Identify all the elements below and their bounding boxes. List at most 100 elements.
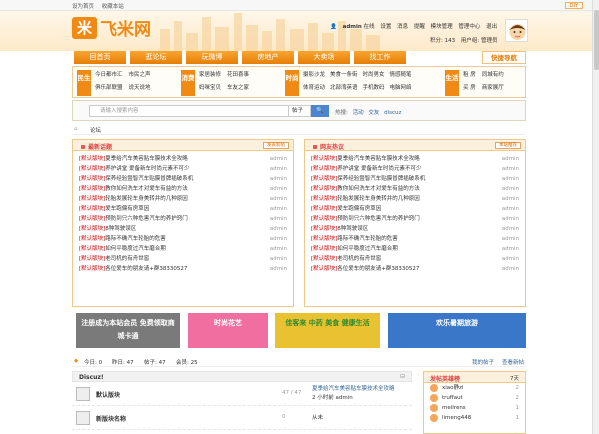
thread-title[interactable]: 夏季给汽车美容贴车膜技术全攻略 xyxy=(105,156,188,162)
forum-name[interactable]: 新版块名称 xyxy=(96,414,126,423)
search-type-select[interactable]: 帖子 xyxy=(289,105,311,117)
thread-forum-tag[interactable]: [默认版块] xyxy=(79,206,105,212)
thread-title[interactable]: 轮胎发展轮车身美转并的几种原因 xyxy=(337,196,420,202)
diy-button[interactable]: DIY xyxy=(564,2,583,9)
nav-market[interactable]: 大卖场 xyxy=(298,51,350,64)
thread-title[interactable]: 预防到只六种危害汽车的养护窍门 xyxy=(105,216,188,222)
last-post-title[interactable]: 夏季给汽车美容贴车膜技术全攻略 xyxy=(312,385,395,394)
thread-forum-tag[interactable]: [默认版块] xyxy=(79,246,105,252)
thread-title[interactable]: 教你如何洗车才对爱车有益的方法 xyxy=(105,186,188,192)
cat-link[interactable]: 市民之声 xyxy=(129,70,151,78)
thread-author[interactable]: admin xyxy=(270,184,287,194)
cat-link[interactable]: 情感随笔 xyxy=(390,70,412,78)
thread-author[interactable]: admin xyxy=(502,234,519,244)
ranking-user[interactable]: limeng448 xyxy=(442,413,471,423)
thread-title[interactable]: 如何平稳度过汽车磨合期 xyxy=(337,246,398,252)
cat-link[interactable]: 花田喜事 xyxy=(227,70,249,78)
thread-forum-tag[interactable]: [默认版块] xyxy=(79,196,105,202)
thread-forum-tag[interactable]: [默认版块] xyxy=(79,256,105,262)
thread-title[interactable]: 爱车跑偏有房草因 xyxy=(105,206,149,212)
thread-title[interactable]: 老司机的有舟世窖 xyxy=(105,256,149,262)
thread-forum-tag[interactable]: [默认版块] xyxy=(311,166,337,172)
thread-forum-tag[interactable]: [默认版块] xyxy=(79,156,105,162)
thread-title[interactable]: 各位爱车的朋友请+群38330527 xyxy=(337,266,419,272)
home-icon[interactable]: ⌂ xyxy=(74,126,78,132)
thread-forum-tag[interactable]: [默认版块] xyxy=(79,236,105,242)
cat-link[interactable]: 美食一条街 xyxy=(330,70,358,78)
user-group-link[interactable]: 用户组: 管理员 xyxy=(461,38,498,44)
nav-forum[interactable]: 逛论坛 xyxy=(130,51,182,64)
cat-link[interactable]: 同城有约 xyxy=(482,70,504,78)
my-posts-link[interactable]: 我的帖子 xyxy=(472,358,494,366)
bookmark-link[interactable]: 收藏本站 xyxy=(102,4,124,10)
nav-weibo[interactable]: 玩微博 xyxy=(186,51,238,64)
thread-title[interactable]: 养护讲堂 爱备新车时尚元素不可少 xyxy=(105,166,189,172)
search-input[interactable]: 请输入搜索内容 xyxy=(89,105,289,117)
cat-link[interactable]: 说天说地 xyxy=(129,83,151,91)
cat-link[interactable]: 今日都市汇 xyxy=(95,70,123,78)
notices-link[interactable]: 提醒 xyxy=(414,24,425,30)
scrollbar-thumb[interactable] xyxy=(594,10,599,70)
thread-title[interactable]: 保养经验暨智汽车贴膜冒牌插破系机 xyxy=(105,176,193,182)
cat-link[interactable]: 俱乐部联盟 xyxy=(95,83,123,91)
thread-author[interactable]: admin xyxy=(270,214,287,224)
search-button[interactable]: 🔍 xyxy=(311,105,329,117)
cat-link[interactable]: 妈咪宝贝 xyxy=(199,83,221,91)
cat-link[interactable]: 买 房 xyxy=(463,83,476,91)
cat-link[interactable]: 家居装修 xyxy=(199,70,221,78)
thread-author[interactable]: admin xyxy=(502,264,519,274)
thread-title[interactable]: 轮胎发展轮车身美转并的几种原因 xyxy=(105,196,188,202)
logout-link[interactable]: 退出 xyxy=(486,24,497,30)
site-logo[interactable]: 米 飞米网 xyxy=(72,15,151,40)
online-status[interactable]: 在线 xyxy=(364,24,375,30)
ranking-user[interactable]: meilrens xyxy=(442,403,466,413)
thread-author[interactable]: admin xyxy=(270,174,287,184)
thread-title[interactable]: 夏季给汽车美容贴车膜技术全攻略 xyxy=(337,156,420,162)
cat-link[interactable]: 车友之家 xyxy=(227,83,249,91)
admin-center-link[interactable]: 管理中心 xyxy=(458,24,480,30)
thread-forum-tag[interactable]: [默认版块] xyxy=(311,236,337,242)
thread-author[interactable]: admin xyxy=(502,174,519,184)
settings-link[interactable]: 设置 xyxy=(380,24,391,30)
points-link[interactable]: 积分: 143 xyxy=(430,38,455,44)
thread-author[interactable]: admin xyxy=(270,154,287,164)
collapse-icon[interactable]: ⊟ xyxy=(400,373,405,380)
thread-author[interactable]: admin xyxy=(502,184,519,194)
set-home-link[interactable]: 设为首页 xyxy=(72,4,94,10)
thread-author[interactable]: admin xyxy=(270,254,287,264)
thread-forum-tag[interactable]: [默认版块] xyxy=(311,246,337,252)
cat-link[interactable]: 手机数码 xyxy=(363,83,385,91)
new-post-button[interactable]: 发表新帖 xyxy=(263,142,289,149)
module-admin-link[interactable]: 模块管理 xyxy=(431,24,453,30)
ad-banner-register[interactable]: 注册成为本站会员 免费领取商城卡通 xyxy=(76,313,180,348)
hot-word[interactable]: 交友 xyxy=(368,110,379,116)
thread-forum-tag[interactable]: [默认版块] xyxy=(79,166,105,172)
cat-link[interactable]: 商家展厅 xyxy=(482,83,504,91)
quick-nav-button[interactable]: 快捷导航 xyxy=(482,51,526,64)
avatar[interactable] xyxy=(505,19,528,42)
thread-forum-tag[interactable]: [默认版块] xyxy=(311,256,337,262)
thread-title[interactable]: 预防到只六种危害汽车的养护窍门 xyxy=(337,216,420,222)
nav-realestate[interactable]: 房地产 xyxy=(242,51,294,64)
ad-banner-flowers[interactable]: 时尚花艺 xyxy=(188,313,268,348)
recommend-button[interactable]: 本站推荐 xyxy=(495,142,521,149)
thread-author[interactable]: admin xyxy=(270,264,287,274)
cat-link[interactable]: 电脑网络 xyxy=(390,83,412,91)
hot-word[interactable]: 活动 xyxy=(353,110,364,116)
thread-author[interactable]: admin xyxy=(502,214,519,224)
ad-banner-jiakelai[interactable]: 佳客来 中药 美食 健康生活 xyxy=(275,313,380,348)
thread-forum-tag[interactable]: [默认版块] xyxy=(79,186,105,192)
thread-title[interactable]: 路际不确汽车轮胎的危害 xyxy=(105,236,166,242)
messages-link[interactable]: 消息 xyxy=(397,24,408,30)
thread-title[interactable]: 老司机的有舟世窖 xyxy=(337,256,381,262)
thread-author[interactable]: admin xyxy=(270,164,287,174)
thread-forum-tag[interactable]: [默认版块] xyxy=(311,156,337,162)
ranking-range[interactable]: 7天 xyxy=(510,374,519,382)
ranking-user[interactable]: xiao静zi xyxy=(442,383,463,393)
breadcrumb-forum[interactable]: 论坛 xyxy=(90,126,101,134)
thread-title[interactable]: 教你如何洗车才对爱车有益的方法 xyxy=(337,186,420,192)
thread-author[interactable]: admin xyxy=(502,254,519,264)
username-link[interactable]: admin xyxy=(343,24,362,30)
thread-author[interactable]: admin xyxy=(502,154,519,164)
nav-jobs[interactable]: 找工作 xyxy=(354,51,406,64)
